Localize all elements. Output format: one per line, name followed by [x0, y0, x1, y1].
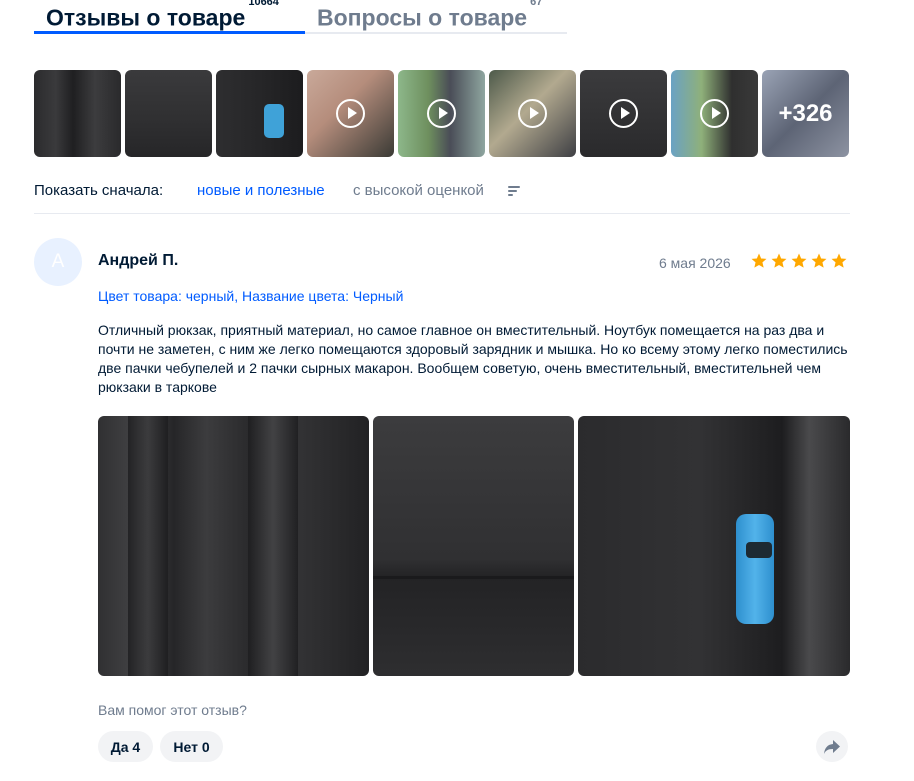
sort-icon[interactable] — [508, 186, 520, 197]
video-thumbnail[interactable] — [580, 70, 667, 157]
helpful-question: Вам помог этот отзыв? — [98, 702, 247, 718]
tab-reviews[interactable]: Отзывы о товаре10664 — [46, 0, 279, 34]
more-media-thumbnail[interactable]: +326 — [762, 70, 849, 157]
star-icon — [771, 253, 787, 268]
video-thumbnail[interactable] — [307, 70, 394, 157]
sort-label: Показать сначала: — [34, 182, 164, 199]
star-icon — [751, 253, 767, 268]
play-icon — [427, 99, 456, 128]
review-text: Отличный рюкзак, приятный материал, но с… — [98, 322, 848, 395]
review-tabs: Отзывы о товаре10664 Вопросы о товаре67 — [34, 0, 567, 34]
product-variant: Цвет товара: черный, Название цвета: Чер… — [98, 288, 404, 304]
tab-questions-label: Вопросы о товаре — [317, 4, 528, 31]
tab-reviews-label: Отзывы о товаре — [46, 4, 246, 31]
video-thumbnail[interactable] — [489, 70, 576, 157]
play-icon — [518, 99, 547, 128]
video-thumbnail[interactable] — [398, 70, 485, 157]
photo-thumbnail[interactable] — [34, 70, 121, 157]
star-icon — [811, 253, 827, 268]
sort-option-high-rating[interactable]: с высокой оценкой — [353, 182, 484, 199]
media-gallery: +326 — [34, 70, 850, 157]
review-date: 6 мая 2026 — [659, 255, 731, 271]
sort-bar: Показать сначала: новые и полезные с выс… — [34, 182, 850, 214]
sort-option-new-useful[interactable]: новые и полезные — [197, 182, 325, 199]
photo-thumbnail[interactable] — [216, 70, 303, 157]
play-icon — [700, 99, 729, 128]
star-icon — [791, 253, 807, 268]
photo-thumbnail[interactable] — [125, 70, 212, 157]
share-button[interactable] — [816, 731, 848, 762]
review-photo[interactable] — [373, 416, 574, 676]
review-photo[interactable] — [98, 416, 369, 676]
active-tab-indicator — [34, 31, 305, 34]
tab-reviews-count: 10664 — [248, 0, 279, 8]
more-media-count: +326 — [778, 99, 833, 127]
review-photo[interactable] — [578, 416, 850, 676]
vote-no-button[interactable]: Нет 0 — [160, 731, 223, 762]
review-author: Андрей П. — [98, 252, 179, 269]
tab-questions[interactable]: Вопросы о товаре67 — [317, 0, 542, 34]
rating-stars — [750, 252, 850, 272]
vote-yes-button[interactable]: Да 4 — [98, 731, 153, 762]
share-icon — [824, 739, 840, 754]
avatar: А — [34, 238, 82, 286]
star-icon — [831, 253, 847, 268]
tab-questions-count: 67 — [530, 0, 543, 8]
play-icon — [609, 99, 638, 128]
review-photos — [98, 416, 850, 676]
play-icon — [336, 99, 365, 128]
video-thumbnail[interactable] — [671, 70, 758, 157]
